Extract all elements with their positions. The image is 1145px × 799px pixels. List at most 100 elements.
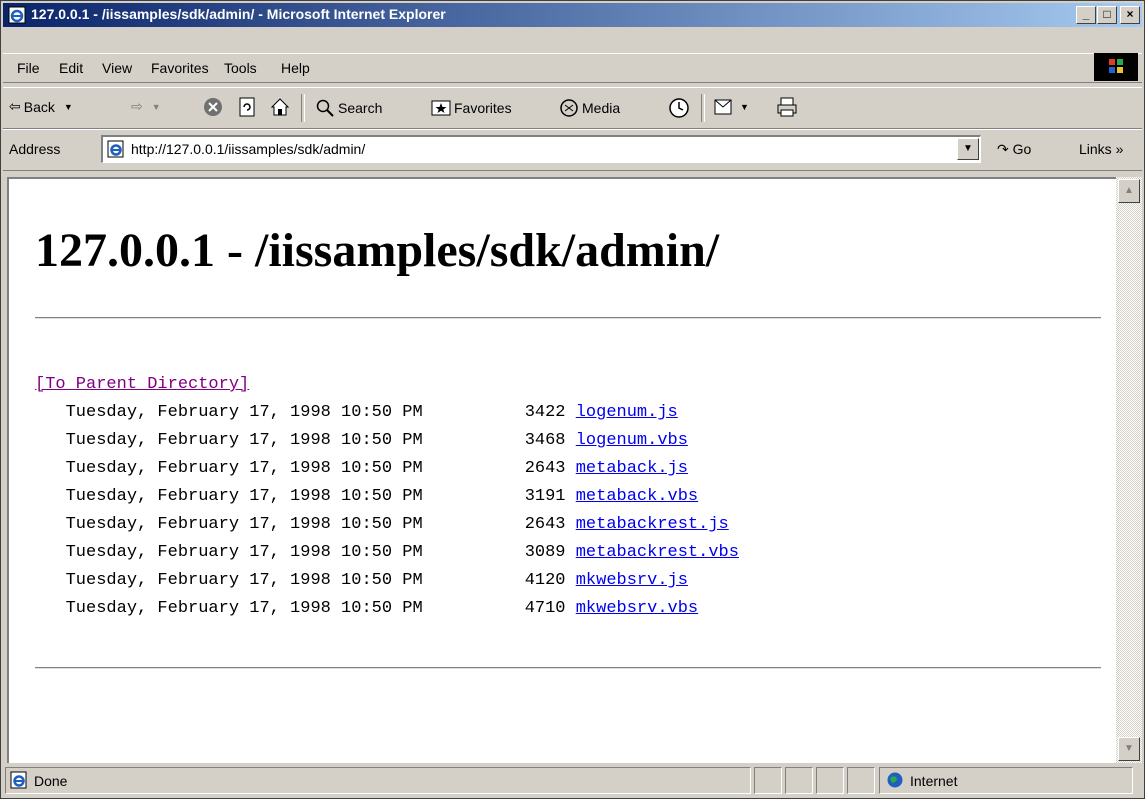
menu-bar: File Edit View Favorites Tools Help: [3, 53, 1142, 83]
file-row: Tuesday, February 17, 1998 10:50 PM 4710…: [35, 595, 739, 623]
minimize-button[interactable]: _: [1076, 6, 1096, 24]
page-content: 127.0.0.1 - /iissamples/sdk/admin/ [To P…: [7, 177, 1116, 763]
file-date: Tuesday, February 17, 1998 10:50 PM: [65, 571, 423, 590]
file-link[interactable]: metaback.js: [576, 459, 688, 478]
file-date: Tuesday, February 17, 1998 10:50 PM: [65, 543, 423, 562]
file-size: 3191: [524, 487, 566, 506]
media-button[interactable]: Media: [559, 98, 620, 118]
maximize-button[interactable]: □: [1097, 6, 1117, 24]
file-row: Tuesday, February 17, 1998 10:50 PM 3089…: [35, 539, 739, 567]
status-panel-offline: [816, 767, 844, 794]
file-link[interactable]: metaback.vbs: [576, 487, 698, 506]
menu-edit[interactable]: Edit: [59, 60, 83, 76]
toolbar-separator: [301, 94, 305, 122]
address-url: http://127.0.0.1/iissamples/sdk/admin/: [131, 141, 366, 157]
links-button[interactable]: Links »: [1079, 141, 1123, 157]
status-panel: Done: [5, 767, 751, 794]
title-bar[interactable]: 127.0.0.1 - /iissamples/sdk/admin/ - Mic…: [3, 3, 1142, 27]
favorites-star-icon: [431, 100, 451, 116]
file-size: 3089: [524, 543, 566, 562]
file-link[interactable]: mkwebsrv.js: [576, 571, 688, 590]
status-text: Done: [34, 773, 68, 789]
favorites-label: Favorites: [454, 100, 512, 116]
scroll-down-button[interactable]: ▼: [1118, 737, 1140, 761]
directory-listing: [To Parent Directory] Tuesday, February …: [35, 371, 739, 623]
file-link[interactable]: logenum.vbs: [576, 431, 688, 450]
standard-toolbar: ⇦ Back ▼ ⇨ ▼ Search Favorites Media ▼: [3, 87, 1142, 129]
forward-arrow-icon: ⇨: [131, 98, 143, 114]
search-label: Search: [338, 100, 383, 116]
refresh-icon: [239, 97, 255, 117]
ie-page-icon: [8, 6, 26, 24]
address-input[interactable]: http://127.0.0.1/iissamples/sdk/admin/ ▼: [101, 135, 981, 163]
file-link[interactable]: metabackrest.js: [576, 515, 729, 534]
scroll-up-button[interactable]: ▲: [1118, 179, 1140, 203]
history-icon: [669, 98, 689, 118]
home-icon: [270, 98, 290, 116]
status-panel-privacy: [847, 767, 875, 794]
file-link[interactable]: metabackrest.vbs: [576, 543, 739, 562]
search-icon: [316, 99, 334, 117]
file-date: Tuesday, February 17, 1998 10:50 PM: [65, 599, 423, 618]
ie-page-icon: [107, 140, 124, 158]
mail-dropdown-icon: ▼: [740, 102, 749, 112]
window-title: 127.0.0.1 - /iissamples/sdk/admin/ - Mic…: [31, 6, 446, 22]
back-dropdown-icon: ▼: [63, 101, 73, 112]
file-row: Tuesday, February 17, 1998 10:50 PM 3191…: [35, 483, 739, 511]
file-row: Tuesday, February 17, 1998 10:50 PM 2643…: [35, 511, 739, 539]
go-arrow-icon: ↷: [997, 141, 1009, 157]
ie-page-icon: [10, 771, 27, 789]
browser-window: 127.0.0.1 - /iissamples/sdk/admin/ - Mic…: [0, 0, 1145, 799]
top-divider: [35, 317, 1101, 319]
file-date: Tuesday, February 17, 1998 10:50 PM: [65, 459, 423, 478]
back-arrow-icon: ⇦: [9, 98, 21, 114]
file-link[interactable]: logenum.js: [576, 403, 678, 422]
file-date: Tuesday, February 17, 1998 10:50 PM: [65, 487, 423, 506]
menu-tools[interactable]: Tools: [224, 60, 257, 76]
stop-button[interactable]: [202, 96, 224, 118]
file-row: Tuesday, February 17, 1998 10:50 PM 2643…: [35, 455, 739, 483]
page-heading: 127.0.0.1 - /iissamples/sdk/admin/: [35, 224, 720, 277]
media-label: Media: [582, 100, 621, 116]
address-dropdown-button[interactable]: ▼: [957, 138, 979, 160]
file-size: 4120: [524, 571, 566, 590]
zone-text: Internet: [910, 773, 958, 789]
history-button[interactable]: [667, 96, 691, 120]
toolbar-separator: [701, 94, 705, 122]
go-button[interactable]: ↷ Go: [997, 141, 1031, 158]
refresh-button[interactable]: [236, 96, 258, 118]
windows-logo-icon: [1094, 53, 1138, 81]
print-button[interactable]: [776, 96, 798, 118]
favorites-button[interactable]: Favorites: [431, 98, 512, 118]
menu-help[interactable]: Help: [281, 60, 310, 76]
menu-favorites[interactable]: Favorites: [151, 60, 209, 76]
file-row: Tuesday, February 17, 1998 10:50 PM 4120…: [35, 567, 739, 595]
stop-icon: [204, 98, 222, 116]
vertical-scrollbar[interactable]: ▲ ▼: [1116, 177, 1142, 763]
print-icon: [777, 97, 797, 117]
mail-button[interactable]: ▼: [713, 96, 749, 118]
menu-file[interactable]: File: [17, 60, 40, 76]
parent-directory-link[interactable]: [To Parent Directory]: [35, 375, 249, 394]
address-label: Address: [9, 141, 61, 157]
back-button[interactable]: ⇦ Back ▼: [9, 98, 73, 115]
file-date: Tuesday, February 17, 1998 10:50 PM: [65, 515, 423, 534]
file-date: Tuesday, February 17, 1998 10:50 PM: [65, 403, 423, 422]
file-size: 3422: [524, 403, 566, 422]
file-link[interactable]: mkwebsrv.vbs: [576, 599, 698, 618]
back-label: Back: [23, 98, 55, 115]
file-row: Tuesday, February 17, 1998 10:50 PM 3422…: [35, 399, 739, 427]
search-button[interactable]: Search: [315, 98, 382, 118]
menu-view[interactable]: View: [102, 60, 132, 76]
close-button[interactable]: ×: [1120, 6, 1140, 24]
status-panel-progress: [754, 767, 782, 794]
file-row: Tuesday, February 17, 1998 10:50 PM 3468…: [35, 427, 739, 455]
address-bar: Address http://127.0.0.1/iissamples/sdk/…: [3, 129, 1142, 171]
file-date: Tuesday, February 17, 1998 10:50 PM: [65, 431, 423, 450]
zone-panel: Internet: [879, 767, 1133, 794]
forward-dropdown-icon: ▼: [151, 101, 161, 112]
file-size: 3468: [524, 431, 566, 450]
home-button[interactable]: [269, 96, 291, 118]
forward-button[interactable]: ⇨ ▼: [131, 98, 161, 115]
mail-icon: [714, 99, 732, 115]
